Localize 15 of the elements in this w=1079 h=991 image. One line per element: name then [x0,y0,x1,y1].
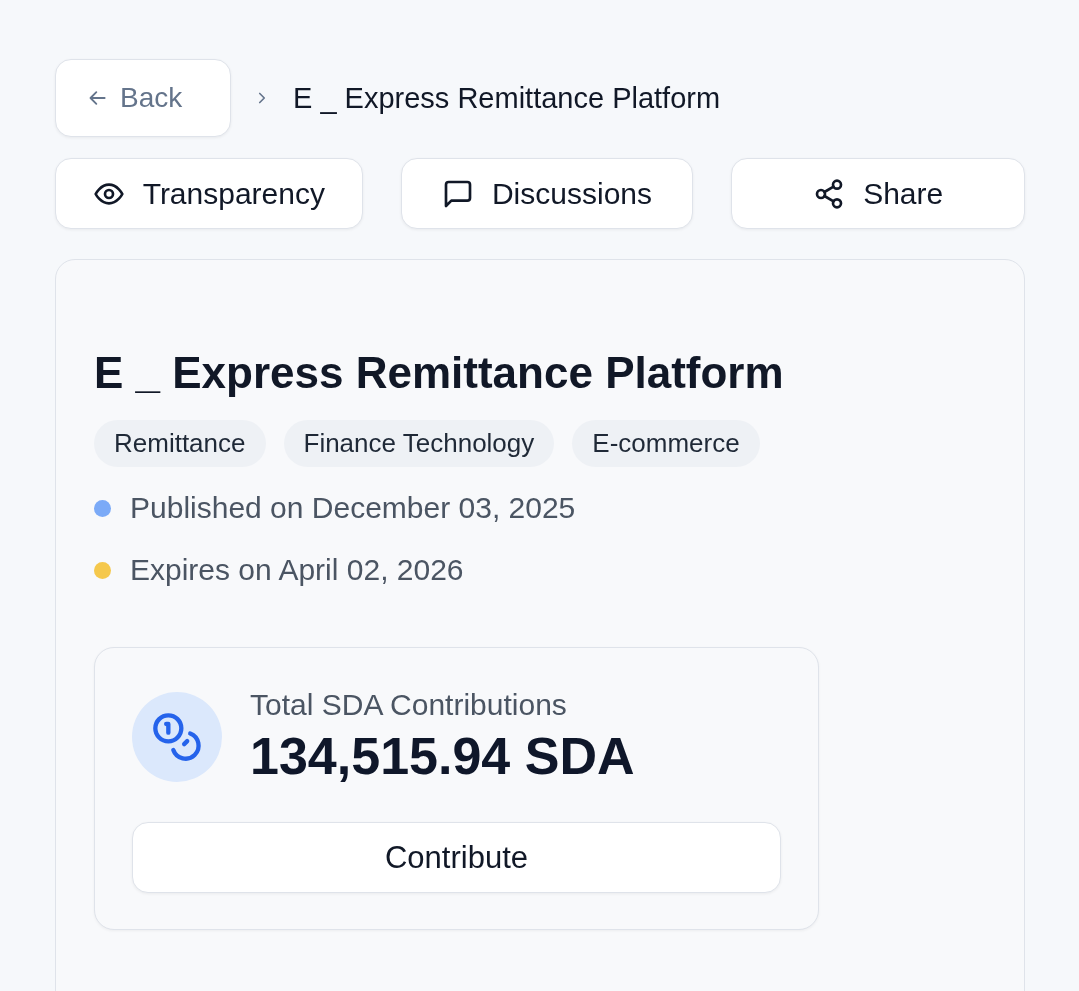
contribute-button[interactable]: Contribute [132,822,781,893]
project-title: E _ Express Remittance Platform [94,348,785,398]
action-button[interactable]: Discussions [400,158,694,229]
back-button[interactable]: Back [55,59,231,137]
category-tag: Finance Technology [283,420,555,467]
action-button[interactable]: Transparency [55,158,363,229]
date-text: Expires on April 02, 2026 [130,553,464,587]
breadcrumb-current: E _ Express Remittance Platform [293,81,721,115]
contributions-amount: 134,515.94 SDA [250,726,635,786]
contributions-label: Total SDA Contributions [250,688,568,722]
action-button[interactable]: Share [731,158,1025,229]
category-tag: E-commerce [572,420,760,467]
category-tag: Remittance [94,420,266,467]
date-text: Published on December 03, 2025 [130,491,576,525]
arrow-left-icon [88,88,108,108]
